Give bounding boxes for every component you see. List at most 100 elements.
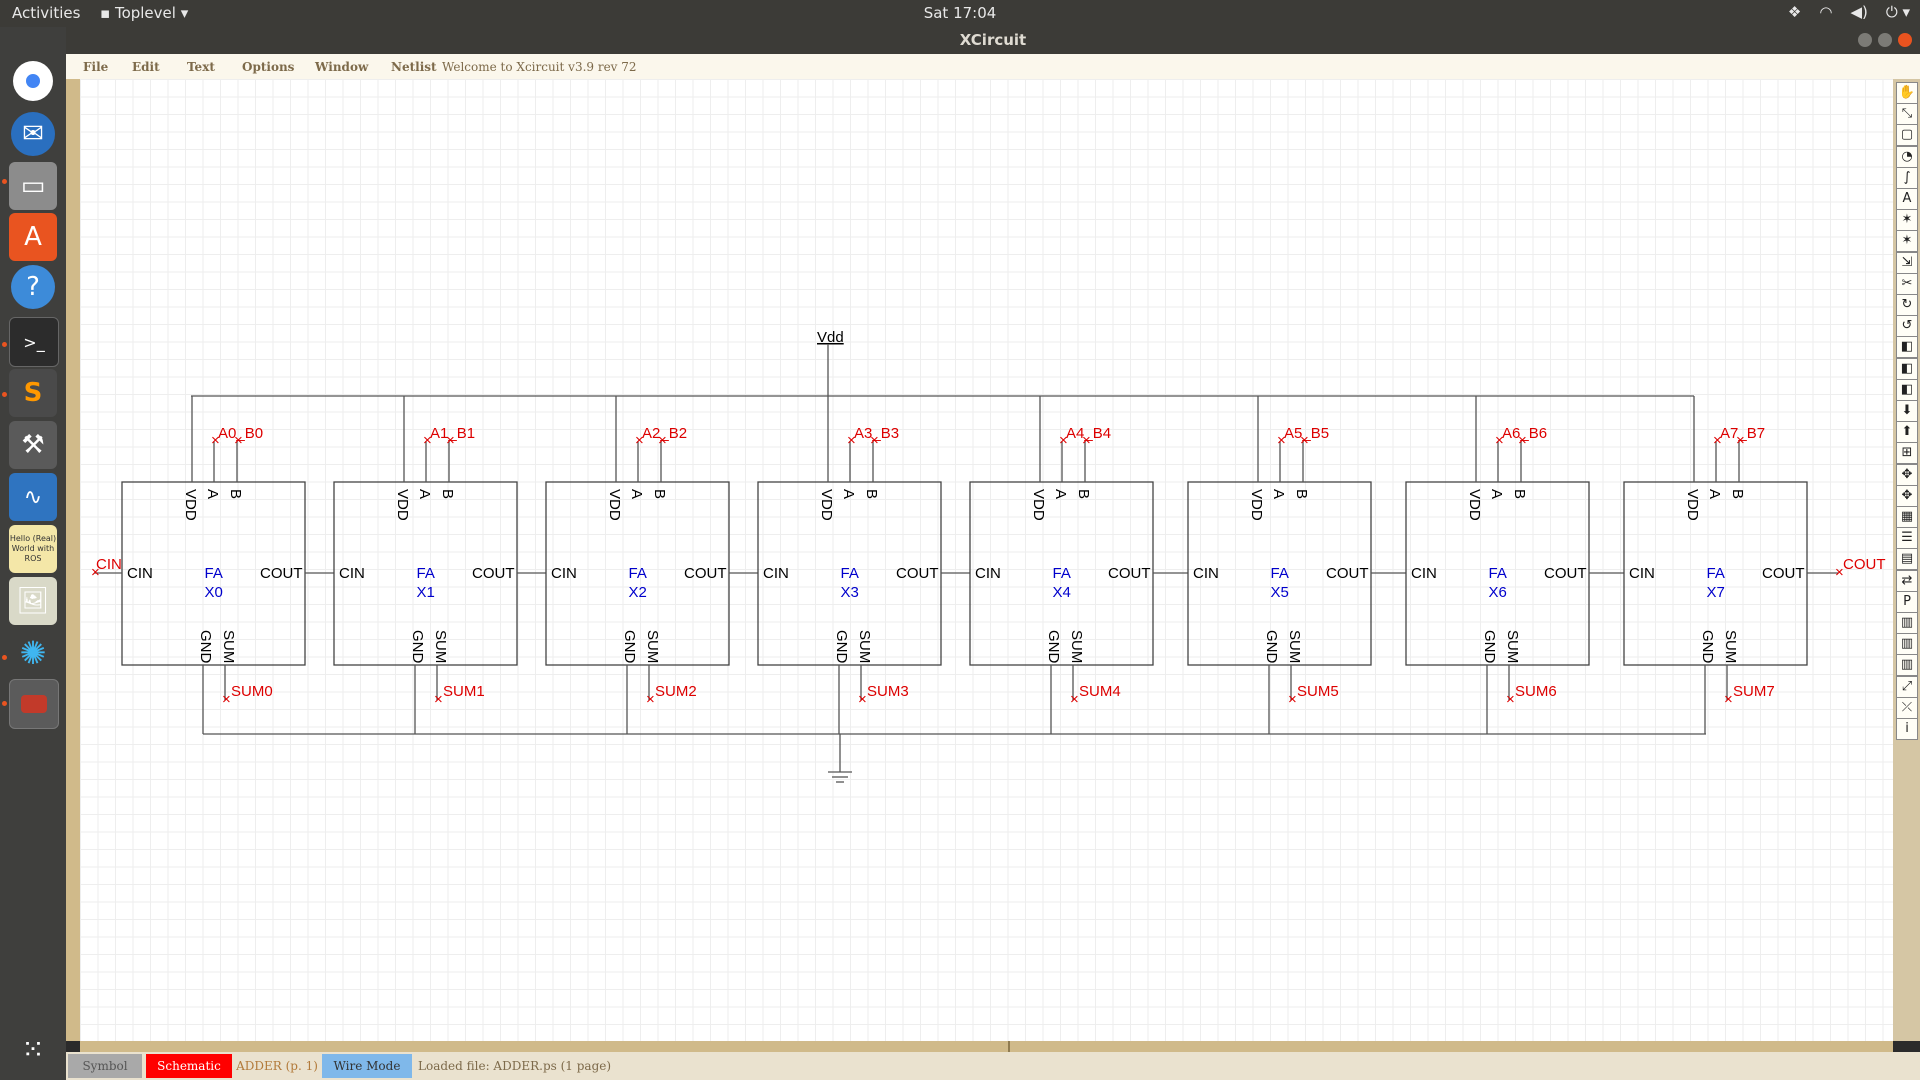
menu-edit[interactable]: Edit <box>132 60 160 74</box>
terminal-icon[interactable]: >_ <box>9 317 59 367</box>
sum-port-marker: × <box>1506 691 1515 708</box>
sum-label: SUM6 <box>1515 683 1557 700</box>
wire-icon[interactable]: ⤡ <box>1896 103 1918 126</box>
status-message: Loaded file: ADDER.ps (1 page) <box>418 1059 612 1073</box>
color-icon[interactable]: ▦ <box>1896 506 1918 528</box>
pick-icon[interactable]: ⊞ <box>1896 442 1918 465</box>
dropbox-icon[interactable]: ❖ <box>1788 3 1801 21</box>
horizontal-scrollbar[interactable] <box>80 1041 1893 1052</box>
minimize-button[interactable] <box>1858 33 1872 47</box>
zoom-out-icon[interactable]: ⤫ <box>1896 696 1918 719</box>
xcircuit-icon[interactable] <box>9 679 59 729</box>
wifi-icon[interactable]: ◠ <box>1819 3 1832 21</box>
gnd-pin-label: GND <box>621 630 638 664</box>
cout-label: COUT <box>1843 556 1886 573</box>
move-icon[interactable]: ⇲ <box>1896 251 1918 274</box>
help-icon[interactable]: i <box>1896 718 1918 740</box>
library2-icon[interactable]: ▥ <box>1896 633 1918 656</box>
sum-label: SUM4 <box>1079 683 1121 700</box>
ros-tutorial-icon[interactable]: Hello (Real) World with ROS <box>9 525 57 573</box>
rotate-cw-icon[interactable]: ↻ <box>1896 294 1918 316</box>
cout-pin-label: COUT <box>1108 565 1151 582</box>
app-menu[interactable]: ▪ Toplevel ▾ <box>100 4 188 22</box>
box-icon[interactable]: ▢ <box>1896 124 1918 147</box>
image-viewer-icon[interactable]: 🖼 <box>9 577 57 625</box>
sum-label: SUM5 <box>1297 683 1339 700</box>
sum-pin-label: SUM <box>220 630 237 663</box>
b-pin-label: B <box>1511 489 1528 499</box>
menu-text[interactable]: Text <box>187 60 215 74</box>
software-center-icon[interactable]: A <box>9 213 57 261</box>
flip-h-icon[interactable]: ◧ <box>1896 336 1918 359</box>
select-icon[interactable]: ✶ <box>1896 209 1918 232</box>
zoom-in-icon[interactable]: ⤢ <box>1896 675 1918 698</box>
library3-icon[interactable]: ▥ <box>1896 654 1918 677</box>
activities-button[interactable]: Activities <box>12 4 80 22</box>
block-instance-label: X0 <box>205 584 223 601</box>
clock[interactable]: Sat 17:04 <box>924 4 997 22</box>
cout-pin-label: COUT <box>472 565 515 582</box>
help-icon[interactable]: ? <box>11 265 55 309</box>
symbol-button[interactable]: Symbol <box>68 1054 142 1078</box>
schematic-button[interactable]: Schematic <box>146 1054 232 1078</box>
block-instance-label: X1 <box>417 584 435 601</box>
spline-icon[interactable]: ∫ <box>1896 166 1918 189</box>
maximize-button[interactable] <box>1878 33 1892 47</box>
menu-options[interactable]: Options <box>242 60 294 74</box>
status-bar: Symbol Schematic ADDER (p. 1) Wire Mode … <box>66 1052 1920 1080</box>
mode-indicator[interactable]: Wire Mode <box>322 1054 412 1078</box>
block-type-label: FA <box>205 565 223 582</box>
fill-icon[interactable]: ☰ <box>1896 527 1918 550</box>
push-icon[interactable]: ◧ <box>1896 378 1918 401</box>
scope-icon[interactable]: ∿ <box>9 473 57 521</box>
pin-icon[interactable]: P <box>1896 590 1918 613</box>
a-pin-label: A <box>1052 489 1069 499</box>
input-label: A3_B3 <box>854 425 899 442</box>
vdd-pin-label: VDD <box>1030 489 1047 521</box>
sum-port-marker: × <box>646 691 655 708</box>
volume-icon[interactable]: ◀) <box>1850 3 1867 21</box>
thunderbird-icon[interactable]: ✉ <box>11 112 55 156</box>
grid-icon[interactable]: ▤ <box>1896 548 1918 571</box>
drawing-canvas[interactable]: Vdd × × A0_B0 VDD A B GND SUM CIN COUT FA X0 × SUM0 × × A… <box>80 79 1893 1041</box>
block-type-label: FA <box>417 565 435 582</box>
cout-pin-label: COUT <box>684 565 727 582</box>
b-pin-label: B <box>863 489 880 499</box>
chrome-icon[interactable] <box>13 61 53 101</box>
cin-pin-label: CIN <box>763 565 789 582</box>
app-menu-icon: ▪ <box>100 4 111 22</box>
cin-pin-label: CIN <box>339 565 365 582</box>
sum-port-marker: × <box>1724 691 1733 708</box>
delete-icon[interactable]: ✂ <box>1896 272 1918 295</box>
gnd-pin-label: GND <box>1481 630 1498 664</box>
settings-icon[interactable]: ✺ <box>9 629 57 677</box>
menu-netlist[interactable]: Netlist <box>391 60 437 74</box>
menu-file[interactable]: File <box>83 60 108 74</box>
gnd-pin-label: GND <box>833 630 850 664</box>
menu-window[interactable]: Window <box>315 60 368 74</box>
app-menu-label: Toplevel <box>114 4 176 22</box>
select-add-icon[interactable]: ✶ <box>1896 230 1918 253</box>
ros-tutorial-label: Hello (Real) World with ROS <box>9 534 57 563</box>
scrollbar-thumb[interactable] <box>1008 1041 1010 1052</box>
tools-icon[interactable]: ⚒ <box>9 421 57 469</box>
page-icon[interactable]: ▥ <box>1896 612 1918 634</box>
library-icon[interactable]: ⇄ <box>1896 569 1918 592</box>
sum-port-marker: × <box>1070 691 1079 708</box>
arc-icon[interactable]: ◔ <box>1896 145 1918 168</box>
copy-icon[interactable]: ✥ <box>1896 484 1918 507</box>
sublime-icon[interactable]: S <box>9 369 57 417</box>
rotate-ccw-icon[interactable]: ↺ <box>1896 315 1918 338</box>
flip-v-icon[interactable]: ◧ <box>1896 357 1918 380</box>
edit-icon[interactable]: ✥ <box>1896 463 1918 486</box>
vertical-scrollbar[interactable] <box>66 79 80 1041</box>
pan-icon[interactable]: ✋ <box>1896 82 1918 104</box>
close-button[interactable] <box>1898 33 1912 47</box>
files-icon[interactable]: ▭ <box>9 162 57 210</box>
pop-up-icon[interactable]: ⬆ <box>1896 421 1918 444</box>
pop-icon[interactable]: ⬇ <box>1896 400 1918 422</box>
text-icon[interactable]: A <box>1896 188 1918 210</box>
block-instance-label: X2 <box>629 584 647 601</box>
power-icon[interactable]: ⏻ ▾ <box>1886 3 1910 21</box>
show-applications-icon[interactable]: ⁙ <box>9 1025 57 1073</box>
